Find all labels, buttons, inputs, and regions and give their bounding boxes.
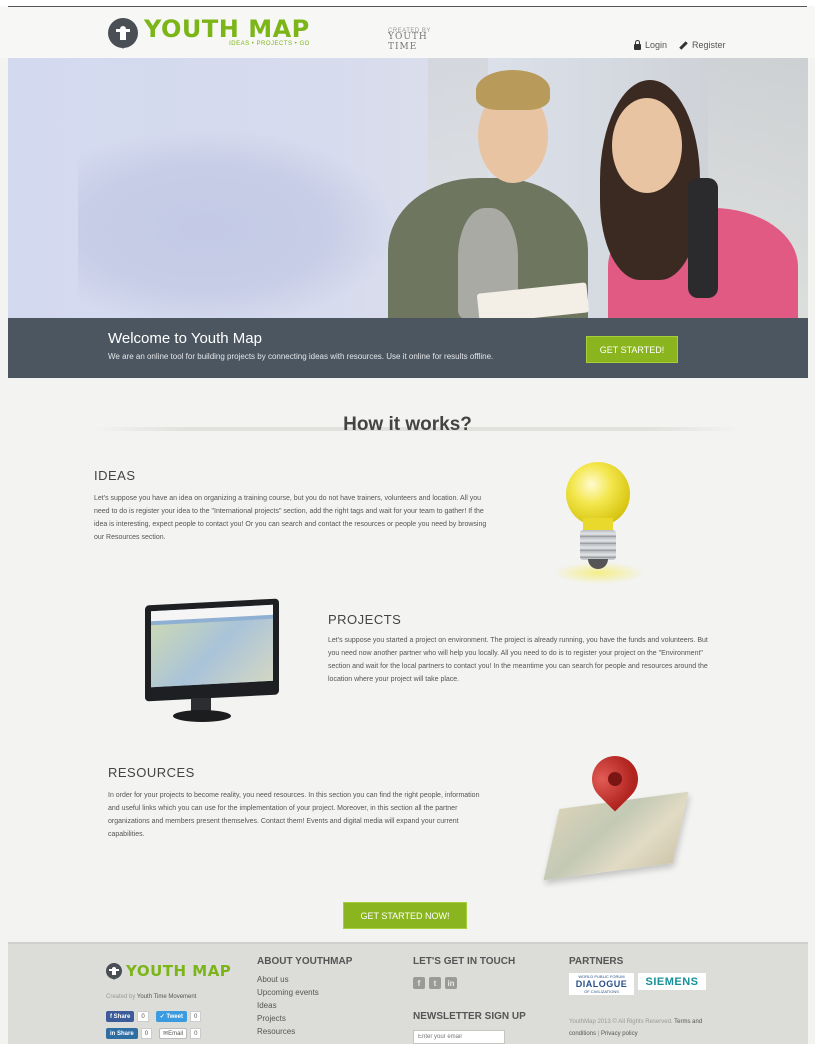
share-row-2: in Share 0 ✉ Email 0 xyxy=(106,1028,205,1039)
facebook-icon[interactable]: f xyxy=(413,977,425,989)
resources-text: In order for your projects to become rea… xyxy=(108,792,480,838)
twitter-icon[interactable]: t xyxy=(429,977,441,989)
hero-image xyxy=(8,58,808,318)
share-row-1: f Share 0 ✓ Tweet 0 xyxy=(106,1011,205,1022)
created-by-org-link[interactable]: Youth Time Movement xyxy=(137,994,196,1000)
welcome-band: Welcome to Youth Map We are an online to… xyxy=(8,318,808,378)
footer-link-projects[interactable]: Projects xyxy=(257,1012,319,1025)
copyright-text: YouthMap 2013 © All Rights Reserved. xyxy=(569,1019,673,1025)
contact-heading: LET'S GET IN TOUCH xyxy=(413,956,516,967)
created-by-prefix: Created by xyxy=(106,994,136,1000)
footer-link-resources[interactable]: Resources xyxy=(257,1025,319,1038)
youthmap-logo[interactable]: YOUTH MAP IDEAS • PROJECTS • GO xyxy=(108,15,310,49)
footer-created-by: Created by Youth Time Movement xyxy=(106,994,196,1000)
youth-time-brand: YOUTH TIME xyxy=(388,32,428,52)
map-pin-person-icon xyxy=(108,18,138,49)
footer-logo[interactable]: YOUTH MAP xyxy=(106,962,231,980)
about-links: About us Upcoming events Ideas Projects … xyxy=(257,973,319,1038)
how-it-works-title: How it works? xyxy=(343,414,472,435)
footer-logo-title: YOUTH MAP xyxy=(126,962,232,980)
site-footer: YOUTH MAP Created by Youth Time Movement… xyxy=(8,942,808,1044)
get-started-now-button[interactable]: GET STARTED NOW! xyxy=(343,902,467,929)
register-link[interactable]: Register xyxy=(679,40,726,50)
welcome-title: Welcome to Youth Map xyxy=(108,330,262,347)
partners-heading: PARTNERS xyxy=(569,956,624,967)
linkedin-icon[interactable]: in xyxy=(445,977,457,989)
about-heading: ABOUT YOUTHMAP xyxy=(257,956,353,967)
linkedin-share-count: 0 xyxy=(140,1028,153,1039)
ideas-text: Let's suppose you have an idea on organi… xyxy=(94,495,487,541)
linkedin-share-button[interactable]: in Share xyxy=(106,1028,138,1039)
projects-text: Let's suppose you started a project on e… xyxy=(328,637,708,683)
register-label: Register xyxy=(692,40,726,50)
ideas-title: IDEAS xyxy=(94,468,136,483)
dialogue-of-civilizations-logo[interactable]: WORLD PUBLIC FORUM DIALOGUE OF CIVILIZAT… xyxy=(569,973,634,995)
footer-link-upcoming-events[interactable]: Upcoming events xyxy=(257,986,319,999)
siemens-logo[interactable]: SIEMENS xyxy=(638,973,706,990)
auth-links: Login Register xyxy=(634,39,726,50)
lock-icon xyxy=(634,39,641,50)
created-by-youth-time-logo[interactable]: CREATED BY YOUTH TIME xyxy=(388,28,448,52)
projects-title: PROJECTS xyxy=(328,612,402,627)
footer-link-about-us[interactable]: About us xyxy=(257,973,319,986)
privacy-link[interactable]: Privacy policy xyxy=(601,1031,638,1037)
newsletter-email-input[interactable] xyxy=(413,1030,505,1044)
newsletter-heading: NEWSLETTER SIGN UP xyxy=(413,1011,526,1022)
resources-title: RESOURCES xyxy=(108,765,195,780)
header-top-rule xyxy=(8,6,807,7)
logo-title: YOUTH MAP xyxy=(144,15,310,43)
tweet-count: 0 xyxy=(189,1011,202,1022)
facebook-share-button[interactable]: f Share xyxy=(106,1011,135,1022)
login-label: Login xyxy=(645,40,668,50)
email-share-button[interactable]: ✉ Email xyxy=(159,1028,188,1039)
facebook-share-count: 0 xyxy=(137,1011,149,1022)
footer-copyright: YouthMap 2013 © All Rights Reserved. Ter… xyxy=(569,1019,703,1037)
welcome-subtitle: We are an online tool for building proje… xyxy=(108,352,494,361)
map-pin-icon xyxy=(543,746,689,882)
twitter-tweet-button[interactable]: ✓ Tweet xyxy=(155,1011,187,1022)
lightbulb-icon xyxy=(553,462,645,586)
login-link[interactable]: Login xyxy=(634,39,668,50)
europe-map-graphic xyxy=(78,128,398,318)
monitor-map-screenshot-icon xyxy=(137,598,282,730)
email-share-count: 0 xyxy=(190,1028,202,1039)
page: YOUTH MAP IDEAS • PROJECTS • GO CREATED … xyxy=(0,0,815,1044)
site-header: YOUTH MAP IDEAS • PROJECTS • GO CREATED … xyxy=(0,0,815,58)
wrench-icon xyxy=(679,41,688,50)
social-icons: f t in xyxy=(413,977,457,989)
map-pin-person-icon xyxy=(106,963,122,980)
footer-link-ideas[interactable]: Ideas xyxy=(257,999,319,1012)
get-started-button[interactable]: GET STARTED! xyxy=(586,336,678,363)
